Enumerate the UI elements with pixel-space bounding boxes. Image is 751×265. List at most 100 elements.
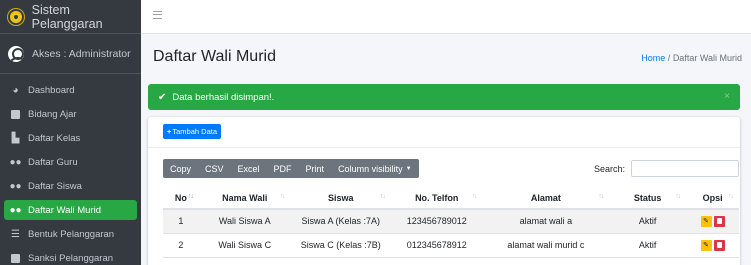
export-toolbar: Copy CSV Excel PDF Print Column visibili… [163, 159, 419, 178]
column-header-opsi[interactable]: Opsi ↑↓ [686, 187, 739, 210]
sidebar-item-bentuk-pelanggaran[interactable]: ☰ Bentuk Pelanggaran [4, 224, 137, 244]
user-role: Akses : Administrator [32, 47, 131, 60]
breadcrumb-current: Daftar Wali Murid [672, 53, 742, 63]
column-header-label: Nama Wali [222, 192, 268, 203]
csv-button[interactable]: CSV [198, 159, 231, 178]
delete-icon[interactable] [713, 215, 725, 227]
sort-icon: ↑↓ [728, 193, 734, 200]
sort-icon: ↑↓ [675, 193, 681, 200]
card-header-divider [148, 147, 740, 148]
sidebar-item-dashboard[interactable]: ◕ Dashboard [4, 80, 137, 100]
add-data-label: Tambah Data [172, 127, 217, 136]
row-actions: ✎ [700, 215, 725, 227]
print-button[interactable]: Print [299, 159, 332, 178]
class-icon: ▙ [11, 132, 20, 144]
user-circle-icon [8, 45, 24, 62]
sidebar-item-daftar-kelas[interactable]: ▙ Daftar Kelas [4, 128, 137, 148]
table-row: 2 Wali Siswa C Siswa C (Kelas :7B) 01234… [163, 233, 739, 258]
sort-icon: ↑↓ [379, 193, 386, 200]
breadcrumb: Home / Daftar Wali Murid [641, 53, 742, 63]
column-header-label: Siswa [327, 192, 354, 203]
hamburger-icon[interactable] [153, 11, 162, 19]
pdf-button[interactable]: PDF [267, 159, 299, 178]
column-header-nama-wali[interactable]: Nama Wali ↑↓ [198, 187, 291, 210]
column-header-alamat[interactable]: Alamat ↑↓ [482, 187, 610, 210]
column-header-status[interactable]: Status ↑↓ [609, 187, 687, 210]
sidebar-item-label: Daftar Kelas [28, 132, 81, 144]
sort-icon: ↑↓ [279, 193, 286, 200]
logo-icon [8, 8, 24, 25]
users-icon: ●● [9, 156, 22, 168]
breadcrumb-separator: / [667, 53, 671, 63]
sidebar-item-label: Bentuk Pelanggaran [28, 228, 115, 240]
cell-opsi: ✎ [686, 209, 739, 234]
edit-icon[interactable]: ✎ [700, 239, 712, 251]
cell-nama-wali: Wali Siswa C [198, 233, 291, 258]
search-input[interactable] [631, 160, 739, 177]
top-navbar [141, 0, 751, 34]
row-actions: ✎ [700, 239, 725, 251]
sidebar-item-label: Sanksi Pelanggaran [28, 252, 114, 264]
column-header-label: Opsi [702, 192, 723, 203]
cell-alamat: alamat wali a [482, 209, 610, 234]
sanction-icon [10, 253, 21, 263]
sidebar-item-label: Daftar Siswa [28, 180, 82, 192]
table-header-row: No ↑↓ Nama Wali ↑↓ Siswa ↑↓ No. Telfon ↑… [163, 187, 739, 210]
sidebar-item-label: Daftar Guru [28, 156, 78, 168]
cell-no: 1 [163, 209, 199, 234]
sort-icon: ↑↓ [598, 193, 604, 200]
column-header-label: No [174, 192, 187, 203]
cell-alamat: alamat wali murid c [482, 233, 610, 258]
plus-icon: + [167, 127, 172, 136]
sidebar-item-bidang-ajar[interactable]: Bidang Ajar [4, 104, 137, 124]
book-icon [10, 109, 21, 119]
column-header-no-telfon[interactable]: No. Telfon ↑↓ [390, 187, 483, 210]
wali-murid-table: No ↑↓ Nama Wali ↑↓ Siswa ↑↓ No. Telfon ↑… [163, 187, 739, 258]
column-header-label: No. Telfon [415, 192, 459, 203]
brand-title: Sistem Pelanggaran [31, 2, 103, 31]
close-icon[interactable]: × [724, 91, 730, 102]
sort-icon: ↑↓ [471, 193, 478, 200]
column-visibility-label: Column visibility [338, 163, 403, 174]
sidebar-item-label: Daftar Wali Murid [28, 204, 102, 216]
brand-link[interactable]: Sistem Pelanggaran [0, 0, 141, 34]
cell-status: Aktif [609, 209, 687, 234]
sort-icon: ↑↓ [187, 193, 194, 200]
edit-icon[interactable]: ✎ [700, 215, 712, 227]
cell-no: 2 [163, 233, 199, 258]
user-panel[interactable]: Akses : Administrator [0, 34, 141, 74]
alert-message: Data berhasil disimpan!. [172, 91, 275, 103]
cell-nama-wali: Wali Siswa A [198, 209, 291, 234]
search-label: Search: [594, 164, 626, 174]
sidebar-item-daftar-guru[interactable]: ●● Daftar Guru [4, 152, 137, 172]
cell-opsi: ✎ [686, 233, 739, 258]
table-row: 1 Wali Siswa A Siswa A (Kelas :7A) 12345… [163, 209, 739, 234]
page-title: Daftar Wali Murid [153, 48, 276, 65]
column-header-no[interactable]: No ↑↓ [163, 187, 199, 210]
column-header-siswa[interactable]: Siswa ↑↓ [290, 187, 391, 210]
column-visibility-button[interactable]: Column visibility ▼ [331, 159, 418, 178]
cell-siswa: Siswa A (Kelas :7A) [290, 209, 391, 234]
dashboard-icon: ◕ [12, 84, 19, 96]
sidebar-item-daftar-siswa[interactable]: ●● Daftar Siswa [4, 176, 137, 196]
list-icon: ☰ [11, 228, 20, 240]
add-data-button[interactable]: + Tambah Data [163, 124, 221, 139]
caret-down-icon: ▼ [405, 165, 412, 172]
sidebar-item-daftar-wali-murid[interactable]: ●● Daftar Wali Murid [4, 200, 137, 220]
sidebar-nav: ◕ Dashboard Bidang Ajar ▙ Daftar Kelas ●… [0, 74, 141, 265]
sidebar-item-label: Dashboard [28, 84, 75, 96]
copy-button[interactable]: Copy [163, 159, 198, 178]
sidebar: Sistem Pelanggaran Akses : Administrator… [0, 0, 141, 265]
cell-no-telfon: 123456789012 [390, 209, 483, 234]
sidebar-item-sanksi-pelanggaran[interactable]: Sanksi Pelanggaran [4, 248, 137, 265]
breadcrumb-home-link[interactable]: Home [641, 53, 665, 63]
cell-status: Aktif [609, 233, 687, 258]
delete-icon[interactable] [713, 239, 725, 251]
data-card: + Tambah Data Copy CSV Excel PDF Print C… [148, 117, 740, 265]
check-icon: ✔ [158, 91, 167, 103]
cell-siswa: Siswa C (Kelas :7B) [290, 233, 391, 258]
excel-button[interactable]: Excel [231, 159, 267, 178]
users-icon: ●● [9, 180, 22, 192]
sidebar-item-label: Bidang Ajar [28, 108, 77, 120]
users-icon: ●● [9, 204, 22, 216]
